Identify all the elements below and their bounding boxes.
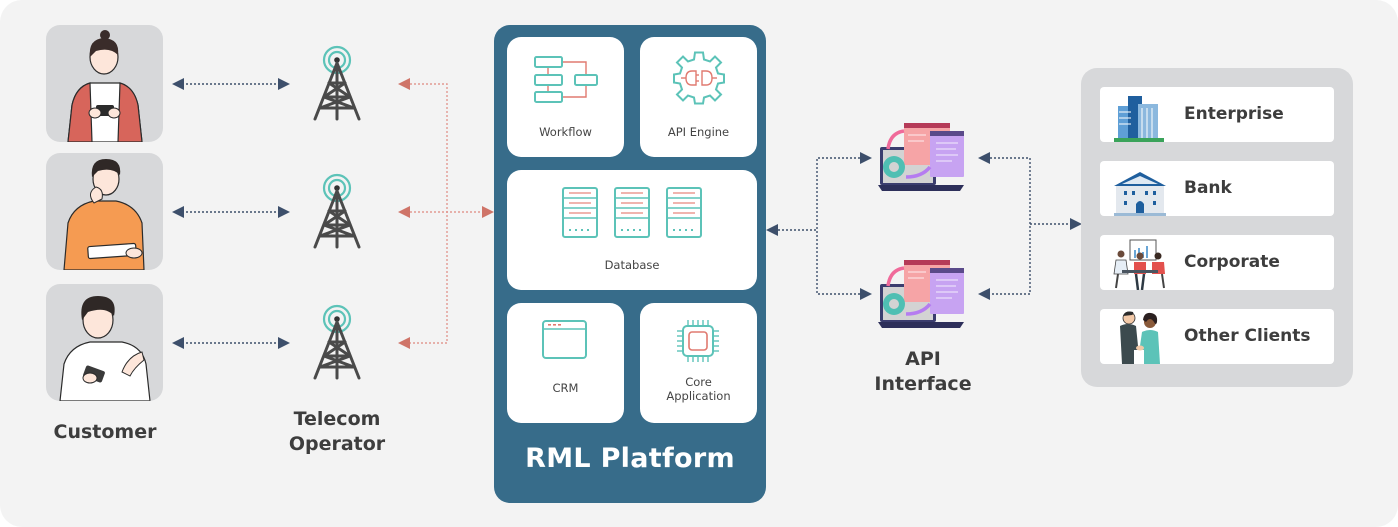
platform-title: RML Platform — [525, 443, 735, 474]
man-tablet-illustration — [63, 159, 145, 270]
client-enterprise[interactable]: Enterprise — [1100, 87, 1334, 142]
cell-tower-icon — [313, 173, 361, 249]
api-clients-connectors — [978, 152, 1082, 300]
module-workflow[interactable]: Workflow — [507, 37, 624, 157]
client-label: Bank — [1184, 178, 1232, 198]
arrow-left-icon — [978, 152, 990, 164]
arrow-left-icon — [978, 288, 990, 300]
customer-card-woman — [46, 25, 163, 142]
module-label-line1: Core — [685, 375, 712, 389]
customer-telecom-connectors — [172, 78, 290, 349]
customer-card-man-phone — [46, 284, 163, 401]
module-database[interactable]: Database — [507, 170, 757, 290]
module-label: CRM — [552, 381, 579, 395]
customer-card-man-tablet — [46, 153, 163, 270]
server-icon — [562, 187, 702, 238]
arrow-right-icon — [278, 337, 290, 349]
gear-plug-icon — [673, 51, 725, 105]
client-corporate[interactable]: Corporate — [1100, 235, 1334, 290]
arrow-right-icon — [482, 206, 494, 218]
api-laptop-icon — [878, 123, 964, 191]
telecom-operator-label: Telecom Operator — [262, 407, 412, 457]
telecom-platform-connectors — [398, 78, 494, 349]
module-api-engine[interactable]: API Engine — [640, 37, 757, 157]
clients-panel: Enterprise Bank Corporate Other Clients — [1081, 68, 1353, 387]
arrow-left-icon — [172, 78, 184, 90]
api-interface-label: API Interface — [848, 347, 998, 397]
api-label-line1: API — [905, 348, 941, 370]
bank-icon — [1114, 172, 1166, 216]
meeting-icon — [1113, 239, 1165, 290]
api-laptop-icon — [878, 260, 964, 328]
arrow-right-icon — [278, 206, 290, 218]
rml-platform: Workflow API Engine Database CRM Core Ap… — [494, 25, 766, 503]
client-other[interactable]: Other Clients — [1100, 309, 1334, 364]
chip-icon — [677, 320, 719, 362]
connector-line — [816, 157, 860, 295]
telecom-label-line2: Operator — [288, 433, 386, 455]
workflow-icon — [534, 56, 598, 103]
browser-window-icon — [542, 320, 587, 359]
woman-phone-illustration — [67, 30, 143, 142]
arrow-left-icon — [398, 78, 410, 90]
arrow-right-icon — [860, 152, 872, 164]
connector-line — [990, 157, 1031, 295]
api-label-line2: Interface — [874, 373, 972, 395]
module-label-line2: Application — [666, 389, 731, 403]
module-label: Database — [604, 258, 660, 272]
cell-tower-icon — [313, 304, 361, 380]
office-building-icon — [1114, 96, 1164, 142]
arrow-right-icon — [278, 78, 290, 90]
arrow-right-icon — [860, 288, 872, 300]
arrow-left-icon — [766, 224, 778, 236]
module-label: Core Application — [640, 375, 757, 403]
module-label: Workflow — [539, 125, 592, 139]
client-label: Corporate — [1184, 252, 1280, 272]
cell-tower-icon — [313, 45, 361, 121]
arrow-left-icon — [172, 206, 184, 218]
diagram-canvas: Customer Telecom Operator Workflow API E… — [0, 0, 1398, 527]
arrow-left-icon — [172, 337, 184, 349]
handshake-icon — [1120, 311, 1160, 364]
client-label: Enterprise — [1184, 104, 1284, 124]
module-core-application[interactable]: Core Application — [640, 303, 757, 423]
platform-api-connectors — [766, 152, 872, 300]
module-crm[interactable]: CRM — [507, 303, 624, 423]
module-label: API Engine — [667, 125, 730, 139]
man-phone-illustration — [59, 296, 151, 401]
client-bank[interactable]: Bank — [1100, 161, 1334, 216]
arrow-left-icon — [398, 206, 410, 218]
customer-label: Customer — [53, 421, 157, 443]
connector-line — [410, 83, 448, 344]
arrow-left-icon — [398, 337, 410, 349]
client-label: Other Clients — [1184, 326, 1311, 346]
telecom-label-line1: Telecom — [293, 408, 381, 430]
